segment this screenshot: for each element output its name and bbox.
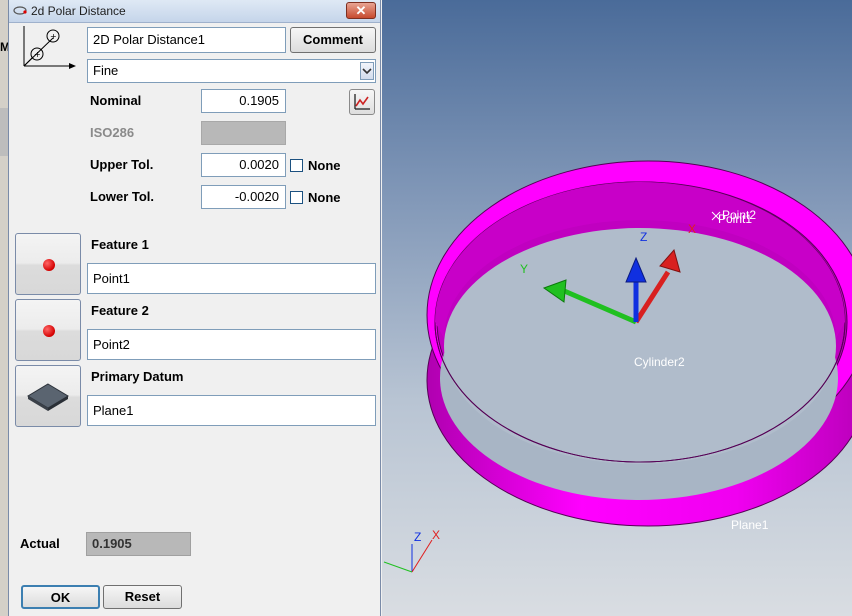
viewport-scene [382,0,852,616]
mode-value: Fine [93,63,118,78]
axis-y-label: Y [520,262,528,276]
dialog-icon [13,6,27,15]
background-panel [0,108,8,156]
feature1-label: Feature 1 [91,237,149,252]
cylinder-label[interactable]: Cylinder2 [634,355,685,369]
cylinder-interior [444,228,836,464]
polar-distance-icon: + + [21,24,79,70]
feature2-select-button[interactable] [15,299,81,361]
lower-none-label: None [308,190,341,205]
nominal-label: Nominal [90,93,141,108]
comment-button[interactable]: Comment [290,27,376,53]
point-icon [43,325,55,337]
svg-text:+: + [34,50,41,59]
plane-icon [16,366,80,426]
upper-tol-field[interactable]: 0.0020 [201,153,286,177]
mini-z-label: Z [414,530,421,544]
mini-axis-triad [384,540,432,572]
axis-x-label: X [688,222,696,236]
lower-tol-field[interactable]: -0.0020 [201,185,286,209]
point1-label[interactable]: Point1 [718,212,752,226]
nominal-field[interactable]: 0.1905 [201,89,286,113]
upper-none-checkbox[interactable] [290,159,303,172]
plane-label[interactable]: Plane1 [731,518,768,532]
feature1-select-button[interactable] [15,233,81,295]
axis-z-label: Z [640,230,647,244]
title-bar[interactable]: 2d Polar Distance ✕ [9,0,380,23]
point-icon [43,259,55,271]
window-title: 2d Polar Distance [31,4,126,18]
primary-datum-select-button[interactable] [15,365,81,427]
iso286-label: ISO286 [90,125,134,140]
close-button[interactable]: ✕ [346,2,376,19]
close-icon: ✕ [356,3,367,18]
svg-text:+: + [50,32,57,41]
ok-button[interactable]: OK [21,585,100,609]
chevron-down-icon[interactable] [360,62,374,80]
actual-field: 0.1905 [86,532,191,556]
name-field[interactable]: 2D Polar Distance1 [87,27,286,53]
graph-button[interactable] [349,89,375,115]
upper-none-label: None [308,158,341,173]
actual-label: Actual [20,536,60,551]
3d-viewport[interactable]: Point2 Point1 Cylinder2 Plane1 X Y Z Z X [382,0,852,616]
lower-tol-label: Lower Tol. [90,189,154,204]
iso286-field [201,121,286,145]
mini-x-label: X [432,528,440,542]
chart-icon [350,90,374,114]
feature2-field[interactable]: Point2 [87,329,376,360]
reset-button[interactable]: Reset [103,585,182,609]
feature1-field[interactable]: Point1 [87,263,376,294]
primary-datum-field[interactable]: Plane1 [87,395,376,426]
lower-none-checkbox[interactable] [290,191,303,204]
polar-distance-dialog: 2d Polar Distance ✕ + + 2D Polar Distanc… [8,0,381,616]
mode-select[interactable]: Fine [87,59,376,83]
upper-tol-label: Upper Tol. [90,157,153,172]
primary-datum-label: Primary Datum [91,369,183,384]
feature2-label: Feature 2 [91,303,149,318]
